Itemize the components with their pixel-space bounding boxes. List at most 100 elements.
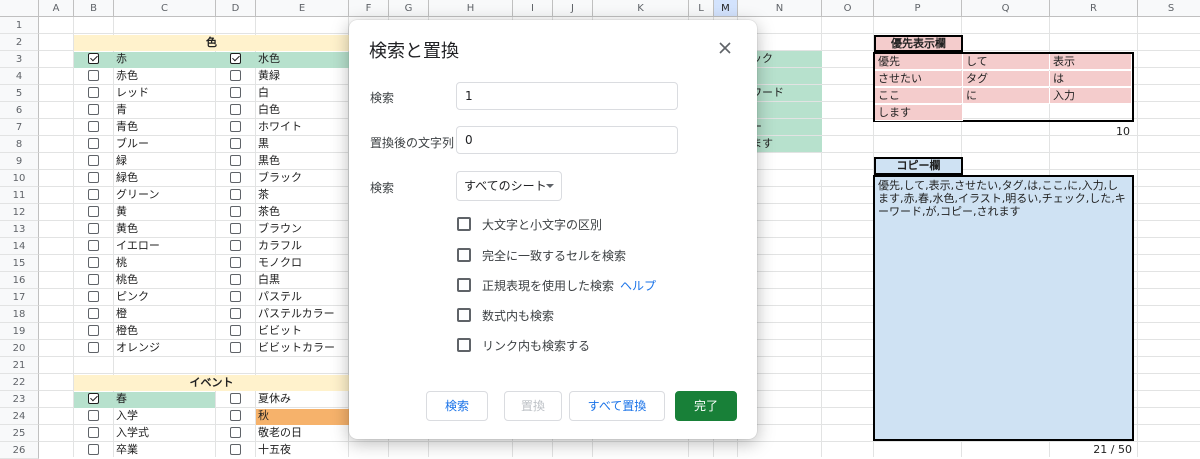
checkbox[interactable] <box>88 121 99 132</box>
column-header-o[interactable]: O <box>822 0 874 17</box>
checkbox[interactable] <box>88 155 99 166</box>
find-button[interactable]: 検索 <box>426 391 488 421</box>
checkbox[interactable] <box>88 257 99 268</box>
row-header-14[interactable]: 14 <box>0 238 39 255</box>
done-button[interactable]: 完了 <box>675 391 737 421</box>
checkbox[interactable] <box>230 223 241 234</box>
row-header-9[interactable]: 9 <box>0 153 39 170</box>
checkbox[interactable] <box>230 325 241 336</box>
checkbox[interactable] <box>230 427 241 438</box>
checkbox[interactable] <box>230 138 241 149</box>
column-header-b[interactable]: B <box>74 0 114 17</box>
checkbox[interactable] <box>88 189 99 200</box>
row-header-23[interactable]: 23 <box>0 391 39 408</box>
help-link[interactable]: ヘルプ <box>620 279 656 293</box>
column-header-s[interactable]: S <box>1138 0 1200 17</box>
column-header-c[interactable]: C <box>114 0 216 17</box>
priority-cell[interactable]: 入力 <box>1050 88 1132 104</box>
checkbox[interactable] <box>230 189 241 200</box>
row-header-6[interactable]: 6 <box>0 102 39 119</box>
select-all-corner[interactable] <box>0 0 39 17</box>
column-header-q[interactable]: Q <box>962 0 1050 17</box>
checkbox[interactable] <box>88 70 99 81</box>
checkbox[interactable] <box>88 206 99 217</box>
checkbox[interactable] <box>230 87 241 98</box>
priority-cell[interactable]: は <box>1050 71 1132 87</box>
scope-select[interactable]: すべてのシート <box>456 171 562 201</box>
checkbox[interactable] <box>88 291 99 302</box>
column-header-g[interactable]: G <box>389 0 429 17</box>
checkbox[interactable] <box>230 70 241 81</box>
column-header-i[interactable]: I <box>513 0 553 17</box>
option-checkbox[interactable] <box>457 217 471 231</box>
copy-panel[interactable]: 優先,して,表示,させたい,タグ,は,ここ,に,入力,します,赤,春,水色,イラ… <box>873 175 1134 441</box>
column-header-n[interactable]: N <box>738 0 822 17</box>
row-header-17[interactable]: 17 <box>0 289 39 306</box>
checkbox[interactable] <box>88 427 99 438</box>
priority-cell[interactable]: します <box>875 105 963 121</box>
row-header-12[interactable]: 12 <box>0 204 39 221</box>
checkbox[interactable] <box>230 444 241 455</box>
row-header-2[interactable]: 2 <box>0 34 39 51</box>
priority-cell[interactable]: して <box>963 54 1050 70</box>
checkbox[interactable] <box>88 393 99 404</box>
row-header-25[interactable]: 25 <box>0 425 39 442</box>
checkbox[interactable] <box>88 87 99 98</box>
row-header-4[interactable]: 4 <box>0 68 39 85</box>
checkbox[interactable] <box>230 172 241 183</box>
option-checkbox[interactable] <box>457 308 471 322</box>
checkbox[interactable] <box>88 308 99 319</box>
row-header-15[interactable]: 15 <box>0 255 39 272</box>
row-header-3[interactable]: 3 <box>0 51 39 68</box>
replace-input[interactable]: 0 <box>456 126 678 154</box>
row-header-21[interactable]: 21 <box>0 357 39 374</box>
option-checkbox[interactable] <box>457 338 471 352</box>
row-header-22[interactable]: 22 <box>0 374 39 391</box>
priority-cell[interactable]: させたい <box>875 71 963 87</box>
checkbox[interactable] <box>230 291 241 302</box>
checkbox[interactable] <box>230 121 241 132</box>
checkbox[interactable] <box>230 240 241 251</box>
close-icon[interactable] <box>715 38 735 58</box>
checkbox[interactable] <box>230 342 241 353</box>
checkbox[interactable] <box>230 53 241 64</box>
row-header-24[interactable]: 24 <box>0 408 39 425</box>
checkbox[interactable] <box>88 223 99 234</box>
column-header-k[interactable]: K <box>593 0 689 17</box>
checkbox[interactable] <box>88 444 99 455</box>
checkbox[interactable] <box>88 172 99 183</box>
checkbox[interactable] <box>230 155 241 166</box>
row-header-1[interactable]: 1 <box>0 17 39 34</box>
checkbox[interactable] <box>230 206 241 217</box>
row-header-8[interactable]: 8 <box>0 136 39 153</box>
checkbox[interactable] <box>230 274 241 285</box>
checkbox[interactable] <box>88 104 99 115</box>
row-header-10[interactable]: 10 <box>0 170 39 187</box>
column-header-e[interactable]: E <box>256 0 349 17</box>
replace-button[interactable]: 置換 <box>504 391 562 421</box>
priority-panel[interactable]: 優先 して 表示 させたい タグはここに入力 します <box>873 52 1134 122</box>
replace-all-button[interactable]: すべて置換 <box>569 391 665 421</box>
priority-cell[interactable]: 優先 <box>875 54 963 70</box>
checkbox[interactable] <box>230 410 241 421</box>
checkbox[interactable] <box>230 393 241 404</box>
checkbox[interactable] <box>88 53 99 64</box>
priority-cell[interactable]: ここ <box>875 88 963 104</box>
checkbox[interactable] <box>88 325 99 336</box>
row-header-13[interactable]: 13 <box>0 221 39 238</box>
checkbox[interactable] <box>230 104 241 115</box>
priority-cell[interactable]: タグ <box>963 71 1050 87</box>
checkbox[interactable] <box>88 410 99 421</box>
column-header-h[interactable]: H <box>429 0 513 17</box>
checkbox[interactable] <box>88 274 99 285</box>
search-input[interactable]: 1 <box>456 82 678 110</box>
row-header-20[interactable]: 20 <box>0 340 39 357</box>
option-checkbox[interactable] <box>457 278 471 292</box>
column-header-a[interactable]: A <box>39 0 74 17</box>
row-header-18[interactable]: 18 <box>0 306 39 323</box>
row-header-19[interactable]: 19 <box>0 323 39 340</box>
option-checkbox[interactable] <box>457 248 471 262</box>
column-header-p[interactable]: P <box>874 0 962 17</box>
column-header-m[interactable]: M <box>714 0 738 17</box>
column-header-r[interactable]: R <box>1050 0 1138 17</box>
